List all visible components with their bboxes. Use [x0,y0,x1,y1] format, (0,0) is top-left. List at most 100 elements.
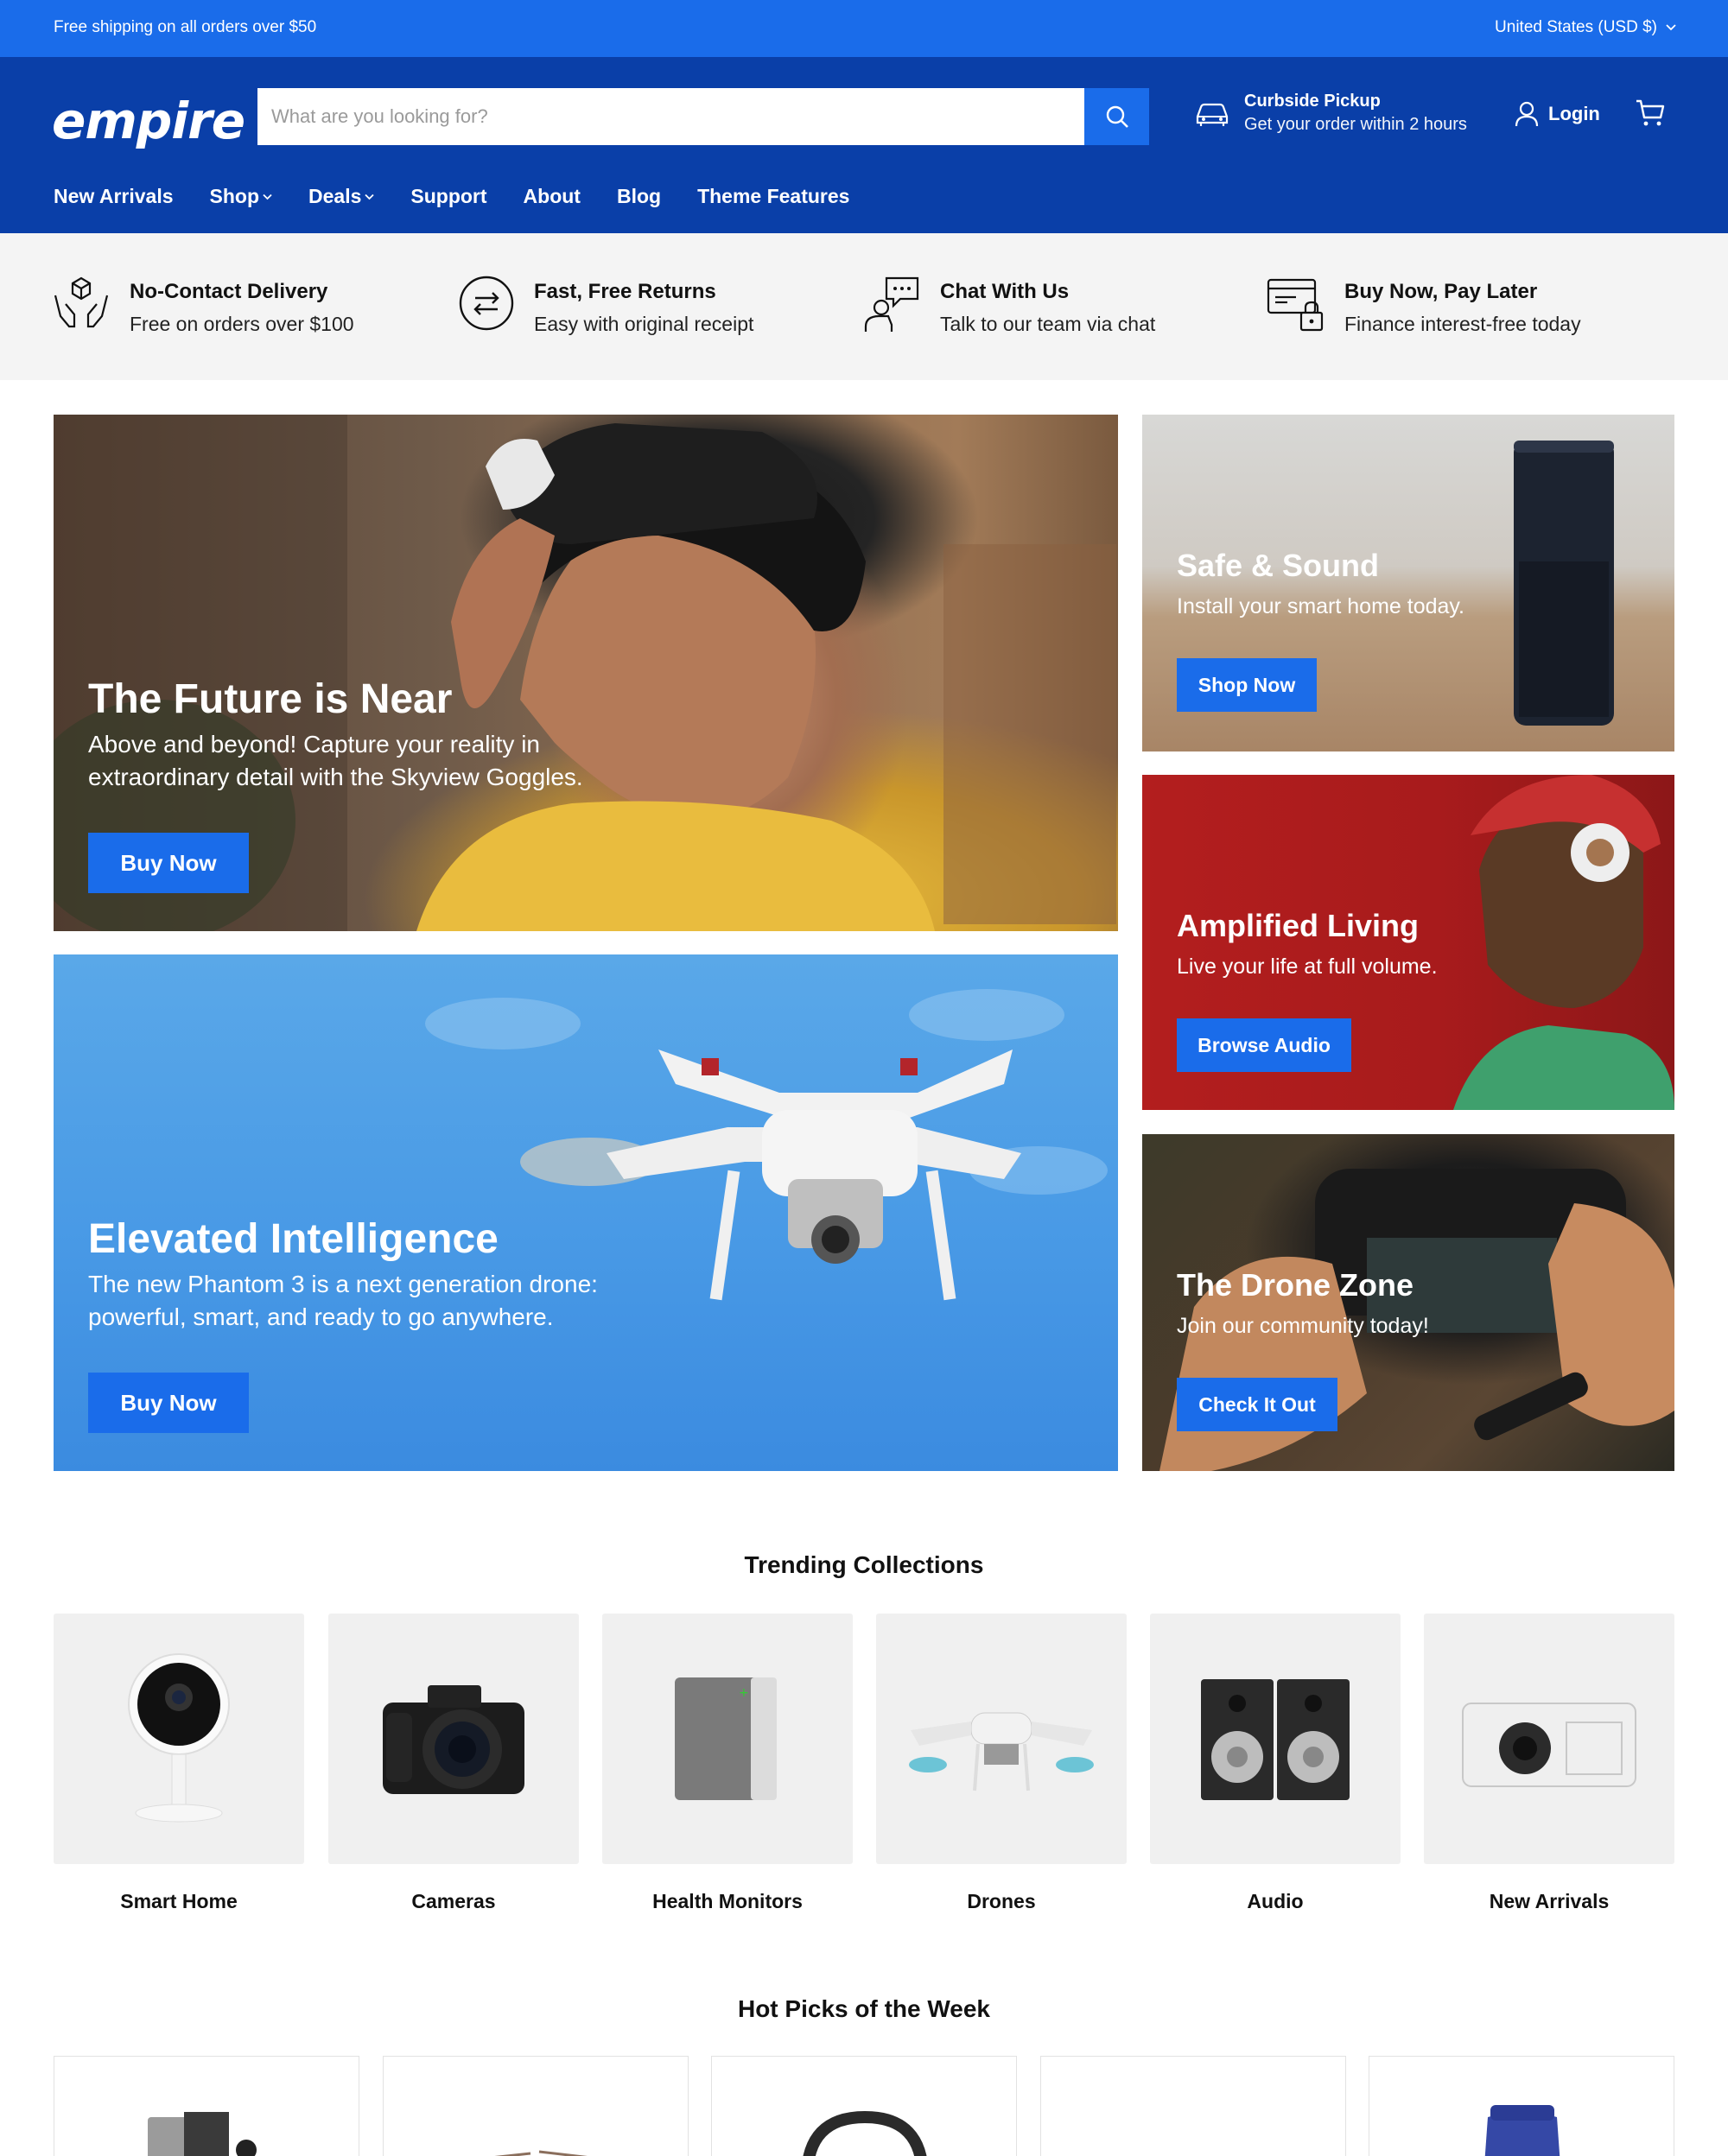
nav-label: Shop [209,185,260,207]
banner-elevated-intelligence[interactable]: Elevated Intelligence The new Phantom 3 … [54,954,1118,1471]
feature-title: Fast, Free Returns [534,280,716,303]
product-card[interactable] [54,2056,359,2156]
nav-item-theme-features[interactable]: Theme Features [697,185,849,208]
logo-text: empire [52,92,245,150]
dslr-camera-image [383,1685,524,1794]
banner-safe-and-sound[interactable]: Safe & Sound Install your smart home tod… [1142,415,1674,751]
banner-subtitle-line1: Above and beyond! Capture your reality i… [88,731,540,758]
collection-image [54,1614,304,1864]
trending-collections-heading: Trending Collections [744,1551,984,1578]
nav-item-shop[interactable]: Shop [210,185,273,208]
search-button[interactable] [1084,88,1149,145]
nav-item-new-arrivals[interactable]: New Arrivals [54,185,174,208]
feature-free-returns: Fast, Free Returns Easy with original re… [458,275,753,336]
nav-item-blog[interactable]: Blog [617,185,661,208]
banner-title: Amplified Living [1177,908,1420,943]
chevron-down-icon [263,193,272,200]
feature-title: Chat With Us [940,280,1070,303]
product-card[interactable] [1040,2056,1346,2156]
banner-amplified-living[interactable]: Amplified Living Live your life at full … [1142,775,1674,1110]
nav-label: About [523,185,581,207]
collection-new-arrivals[interactable]: New Arrivals [1424,1614,1674,1913]
hands-box-icon [54,276,109,328]
banner-title: The Drone Zone [1177,1267,1414,1303]
currency-selector[interactable]: United States (USD $) [1495,18,1676,37]
announcement-bar: Free shipping on all orders over $50 Uni… [0,0,1728,57]
cart-button[interactable] [1635,98,1666,132]
collection-label: Audio [1247,1890,1304,1912]
collection-label: New Arrivals [1489,1890,1610,1912]
collection-smart-home[interactable]: Smart Home [54,1614,304,1913]
collection-drones[interactable]: Drones [876,1614,1127,1913]
search-bar [257,88,1149,145]
login-label: Login [1548,103,1600,124]
product-card[interactable] [711,2056,1017,2156]
chat-person-icon [864,276,919,332]
car-icon [1196,103,1229,126]
features-strip: No-Contact Delivery Free on orders over … [0,233,1728,380]
banner-future-is-near[interactable]: The Future is Near Above and beyond! Cap… [54,415,1118,931]
chevron-down-icon [1666,24,1676,31]
check-it-out-button[interactable]: Check It Out [1177,1378,1337,1431]
projector-image [1462,1703,1636,1787]
collection-image: + [602,1614,853,1864]
banner-title: The Future is Near [88,676,453,722]
nav-item-deals[interactable]: Deals [308,185,375,208]
feature-pay-later: Buy Now, Pay Later Finance interest-free… [1267,275,1581,336]
browse-audio-button[interactable]: Browse Audio [1177,1018,1351,1072]
banner-subtitle: Live your life at full volume. [1177,954,1438,979]
nav-item-about[interactable]: About [524,185,581,208]
site-header: empire Curbside Pickup Get your order wi… [0,57,1728,233]
collection-label: Cameras [411,1890,496,1912]
collection-image [1424,1614,1674,1864]
nav-item-support[interactable]: Support [410,185,486,208]
shop-now-button[interactable]: Shop Now [1177,658,1317,712]
blue-device-image [1484,2105,1560,2156]
svg-text:+: + [739,1686,749,1700]
nav-label: Theme Features [697,185,850,207]
collection-audio[interactable]: Audio [1150,1614,1401,1913]
free-shipping-text: Free shipping on all orders over $50 [54,18,317,36]
feature-subtitle: Easy with original receipt [534,313,754,335]
product-card[interactable] [1369,2056,1674,2156]
collection-image [328,1614,579,1864]
feature-chat: Chat With Us Talk to our team via chat [862,275,1155,336]
buy-now-button[interactable]: Buy Now [88,1373,249,1433]
banner-subtitle-line2: extraordinary detail with the Skyview Go… [88,764,583,790]
currency-label: United States (USD $) [1495,18,1657,36]
main-nav: New Arrivals Shop Deals Support About Bl… [54,185,886,208]
nav-label: Support [410,185,487,207]
curbside-pickup[interactable]: Curbside Pickup Get your order within 2 … [1194,92,1467,135]
collection-label: Drones [967,1890,1036,1912]
feature-subtitle: Talk to our team via chat [940,313,1156,335]
card-lock-icon [1267,278,1324,332]
store-logo[interactable]: empire [52,92,245,152]
nav-label: Deals [308,185,362,207]
user-icon [1515,101,1539,127]
collection-label: Health Monitors [652,1890,803,1912]
feature-title: No-Contact Delivery [130,280,328,303]
pickup-title: Curbside Pickup [1244,92,1381,111]
banner-drone-zone[interactable]: The Drone Zone Join our community today!… [1142,1134,1674,1471]
collection-image [1150,1614,1401,1864]
collection-cameras[interactable]: Cameras [328,1614,579,1913]
login-link[interactable]: Login [1514,100,1600,128]
collection-label: Smart Home [120,1890,238,1912]
camcorder-image [148,2112,257,2156]
drone-rotors-image [494,2150,588,2156]
exchange-arrows-icon [459,276,514,331]
feature-subtitle: Free on orders over $100 [130,313,354,335]
health-monitor-image: + [675,1677,777,1800]
collection-health-monitors[interactable]: + Health Monitors [602,1614,853,1913]
chevron-down-icon [365,193,375,200]
collection-image [876,1614,1127,1864]
banner-title: Safe & Sound [1177,548,1380,583]
feature-no-contact: No-Contact Delivery Free on orders over … [52,275,354,336]
feature-subtitle: Finance interest-free today [1344,313,1581,335]
buy-now-button[interactable]: Buy Now [88,833,249,893]
banner-title: Elevated Intelligence [88,1216,499,1262]
banner-subtitle: Join our community today! [1177,1314,1429,1338]
search-input[interactable] [257,88,1084,145]
smart-camera-image [128,1653,230,1823]
product-card[interactable] [383,2056,689,2156]
